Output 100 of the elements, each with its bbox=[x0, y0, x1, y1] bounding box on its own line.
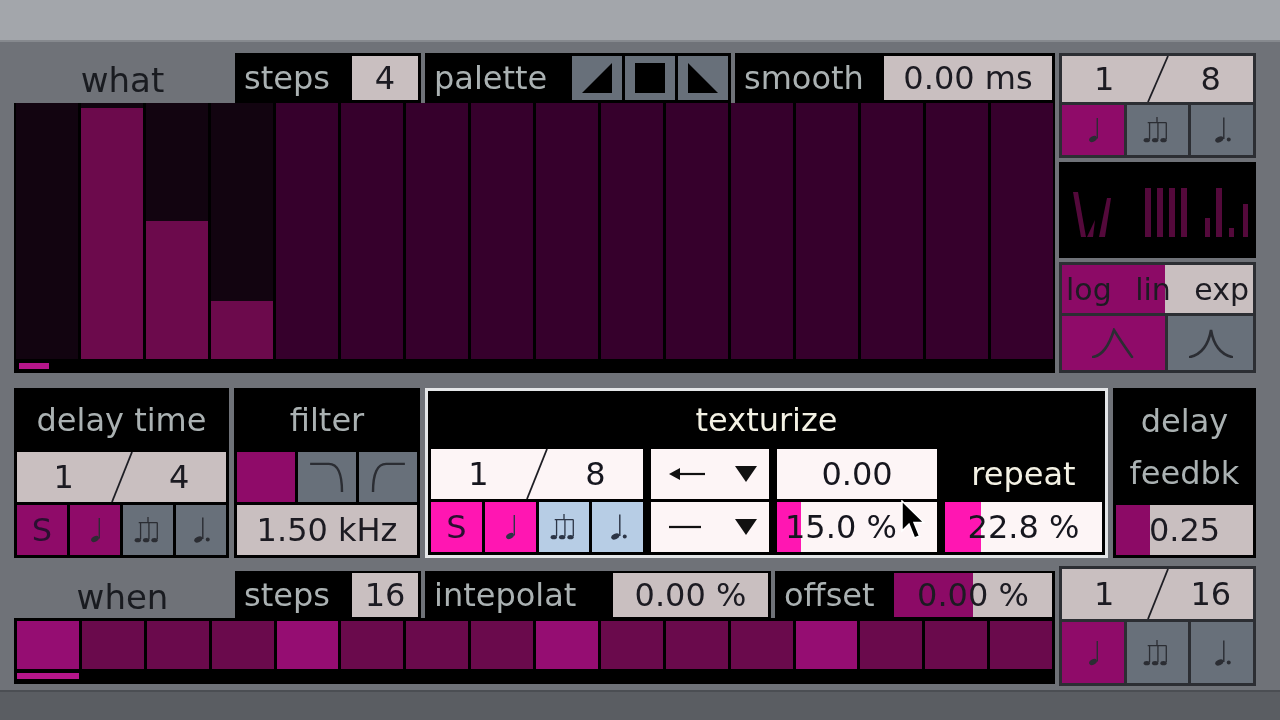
step-slider[interactable] bbox=[601, 103, 663, 359]
scale-label: log bbox=[1066, 271, 1112, 307]
panel-title: filter bbox=[288, 400, 366, 441]
quarter-note-icon bbox=[1086, 639, 1099, 666]
rate-numerator: 1 bbox=[52, 457, 75, 498]
step-slider[interactable] bbox=[406, 103, 468, 359]
steps-label: steps bbox=[243, 59, 331, 97]
fraction-slash-icon bbox=[1146, 56, 1169, 102]
step-slider[interactable] bbox=[211, 103, 273, 359]
smooth-number-box[interactable]: 0.00 ms bbox=[884, 56, 1052, 100]
dotted-note-icon bbox=[1213, 639, 1232, 666]
note-value-button[interactable] bbox=[538, 502, 590, 552]
peak-curve-icon bbox=[1188, 328, 1233, 358]
step-cell[interactable] bbox=[17, 621, 79, 669]
slider-value: 0.25 bbox=[1148, 511, 1221, 549]
caret-icon bbox=[735, 519, 757, 535]
frequency-number-box[interactable]: 1.50 kHz bbox=[237, 505, 417, 555]
rate-number-box[interactable]: 1 4 bbox=[17, 452, 226, 502]
offset-label: offset bbox=[783, 575, 876, 614]
curve-shape-button[interactable] bbox=[1168, 316, 1253, 370]
palette-label: palette bbox=[433, 59, 549, 97]
palette-button[interactable] bbox=[572, 56, 622, 100]
step-cell[interactable] bbox=[146, 621, 209, 669]
panel-title: texturize bbox=[694, 400, 839, 441]
step-cell[interactable] bbox=[471, 621, 533, 669]
lowpass-curve-icon bbox=[310, 462, 344, 492]
rising-triangle-icon bbox=[582, 63, 612, 93]
repeat-label: repeat bbox=[970, 454, 1077, 495]
filter-mode-button[interactable] bbox=[359, 452, 417, 502]
mode-dropdown[interactable] bbox=[651, 449, 769, 499]
mouse-pointer-icon bbox=[901, 500, 925, 540]
rate-denominator: 8 bbox=[584, 454, 607, 495]
step-cell[interactable] bbox=[860, 621, 923, 669]
dash-icon bbox=[669, 525, 701, 529]
sync-button[interactable]: S bbox=[431, 502, 482, 552]
caret-icon bbox=[735, 466, 757, 482]
fraction-slash-icon bbox=[526, 449, 548, 499]
step-cell[interactable] bbox=[536, 621, 598, 669]
step-cell[interactable] bbox=[600, 621, 663, 669]
highpass-curve-icon bbox=[371, 462, 405, 492]
step-slider[interactable] bbox=[471, 103, 533, 359]
step-slider[interactable] bbox=[276, 103, 338, 359]
panel-title: delay time bbox=[35, 400, 208, 441]
step-slider[interactable] bbox=[536, 103, 598, 359]
palette-button[interactable] bbox=[678, 56, 728, 100]
steps-number-box[interactable]: 4 bbox=[352, 56, 418, 100]
step-slider[interactable] bbox=[666, 103, 728, 359]
step-slider[interactable] bbox=[146, 103, 208, 359]
step-cell[interactable] bbox=[276, 621, 339, 669]
square-icon bbox=[635, 63, 665, 93]
fraction-slash-icon bbox=[110, 452, 133, 502]
step-cell[interactable] bbox=[211, 621, 274, 669]
curve-shape-button[interactable] bbox=[1062, 316, 1166, 370]
step-cell[interactable] bbox=[341, 621, 404, 669]
rate-numerator: 1 bbox=[467, 454, 490, 495]
scale-label: exp bbox=[1194, 271, 1249, 307]
interpolation-label: intepolat bbox=[433, 575, 578, 614]
step-slider[interactable] bbox=[861, 103, 923, 359]
rate-numerator: 1 bbox=[1093, 59, 1116, 100]
step-slider[interactable] bbox=[926, 103, 988, 359]
step-cell[interactable] bbox=[925, 621, 988, 669]
falling-triangle-icon bbox=[688, 63, 718, 93]
interpolation-number-box[interactable]: 0.00 % bbox=[613, 572, 768, 617]
step-slider[interactable] bbox=[341, 103, 403, 359]
rate-denominator: 16 bbox=[1189, 574, 1233, 615]
step-cell[interactable] bbox=[81, 621, 144, 669]
step-cell[interactable] bbox=[990, 621, 1052, 669]
amount-number-box[interactable]: 0.00 bbox=[777, 449, 937, 499]
step-slider[interactable] bbox=[16, 103, 78, 359]
section-label: what bbox=[80, 59, 165, 100]
quarter-note-icon bbox=[1086, 117, 1099, 143]
filter-mode-button[interactable] bbox=[298, 452, 356, 502]
step-cell[interactable] bbox=[665, 621, 728, 669]
skewed-peak-icon bbox=[1091, 328, 1136, 358]
rate-number-box[interactable]: 1 16 bbox=[1062, 569, 1253, 619]
quarter-note-icon bbox=[504, 514, 517, 540]
section-label: when bbox=[76, 575, 169, 617]
steps-label: steps bbox=[243, 575, 331, 614]
panel-title: delay feedbk bbox=[1128, 400, 1241, 494]
note-value-button[interactable] bbox=[592, 502, 643, 552]
step-cell[interactable] bbox=[406, 621, 469, 669]
smooth-label: smooth bbox=[743, 59, 865, 97]
step-slider[interactable] bbox=[991, 103, 1053, 359]
left-arrow-icon bbox=[669, 467, 705, 481]
dotted-note-icon bbox=[192, 517, 210, 543]
rate-number-box[interactable]: 1 8 bbox=[1062, 56, 1253, 102]
step-cell[interactable] bbox=[795, 621, 858, 669]
fraction-slash-icon bbox=[1146, 569, 1169, 619]
rate-numerator: 1 bbox=[1093, 574, 1116, 615]
rate-denominator: 4 bbox=[168, 457, 191, 498]
rate-number-box[interactable]: 1 8 bbox=[431, 449, 643, 499]
step-cell[interactable] bbox=[730, 621, 793, 669]
feedback-slider[interactable]: 0.25 bbox=[1116, 505, 1253, 555]
dotted-note-icon bbox=[608, 514, 627, 540]
palette-button[interactable] bbox=[625, 56, 675, 100]
step-slider[interactable] bbox=[731, 103, 793, 359]
steps-number-box[interactable]: 16 bbox=[352, 572, 418, 617]
rate-denominator: 8 bbox=[1199, 59, 1222, 100]
mode-dropdown[interactable] bbox=[651, 502, 769, 552]
step-slider[interactable] bbox=[796, 103, 858, 359]
